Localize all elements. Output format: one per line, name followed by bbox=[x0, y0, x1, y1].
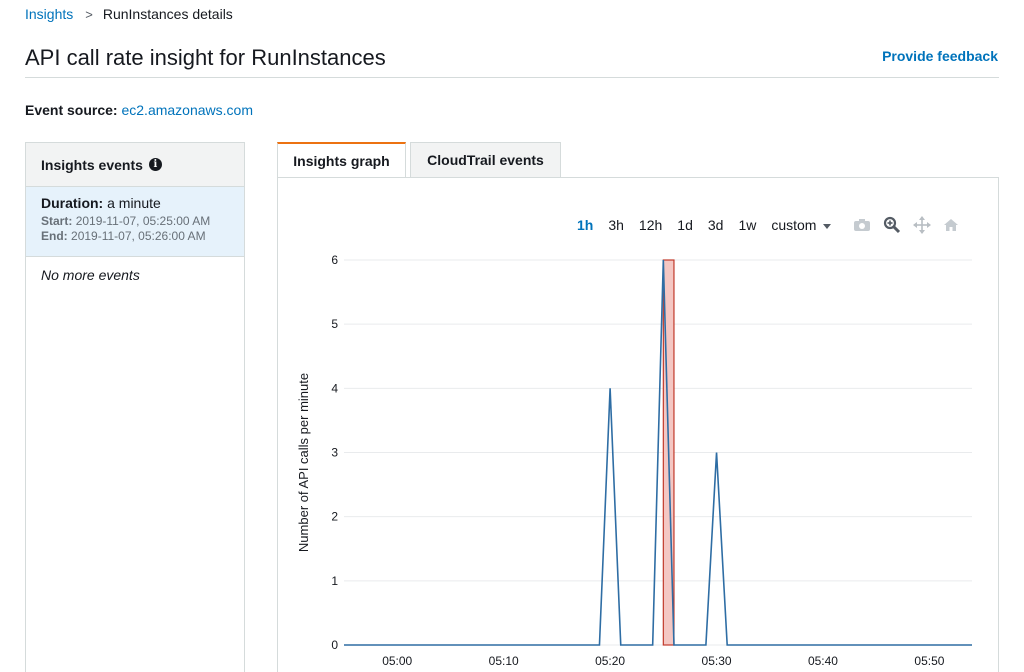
home-icon[interactable] bbox=[943, 218, 959, 232]
insights-events-header: Insights events i bbox=[26, 143, 244, 187]
event-start-label: Start: bbox=[41, 214, 73, 228]
y-tick-label: 4 bbox=[331, 381, 338, 395]
event-source: Event source: ec2.amazonaws.com bbox=[25, 102, 253, 118]
event-start-value: 2019-11-07, 05:25:00 AM bbox=[75, 214, 211, 228]
tab-insights-graph[interactable]: Insights graph bbox=[277, 142, 406, 178]
range-custom-dropdown[interactable]: custom bbox=[771, 217, 832, 233]
title-divider bbox=[25, 77, 999, 78]
y-axis-label: Number of API calls per minute bbox=[296, 373, 311, 552]
event-duration-label: Duration: bbox=[41, 195, 104, 211]
breadcrumb-insights-link[interactable]: Insights bbox=[25, 6, 73, 22]
provide-feedback-link[interactable]: Provide feedback bbox=[882, 48, 998, 64]
event-source-label: Event source: bbox=[25, 102, 118, 118]
y-tick-label: 0 bbox=[331, 638, 338, 652]
breadcrumb-separator: > bbox=[85, 6, 93, 22]
range-1w[interactable]: 1w bbox=[738, 217, 756, 233]
camera-icon[interactable] bbox=[853, 218, 871, 232]
insights-events-title: Insights events bbox=[41, 156, 143, 173]
insights-events-panel: Insights events i Duration: a minute Sta… bbox=[25, 142, 245, 672]
range-3d[interactable]: 3d bbox=[708, 217, 724, 233]
event-end-value: 2019-11-07, 05:26:00 AM bbox=[71, 229, 206, 243]
api-call-rate-chart: 0 1 2 3 4 5 6 05:00 05:10 05:20 05:30 05:40 05:50 Nu… bbox=[296, 253, 973, 668]
event-end-label: End: bbox=[41, 229, 68, 243]
x-tick-label: 05:00 bbox=[382, 654, 412, 668]
range-custom-label: custom bbox=[771, 217, 817, 233]
x-tick-label: 05:50 bbox=[914, 654, 944, 668]
tab-cloudtrail-events[interactable]: CloudTrail events bbox=[410, 142, 561, 178]
breadcrumb-current: RunInstances details bbox=[102, 6, 233, 22]
breadcrumb: Insights > RunInstances details bbox=[25, 6, 233, 22]
x-tick-label: 05:10 bbox=[489, 654, 519, 668]
time-range-selector: 1h 3h 12h 1d 3d 1w custom bbox=[577, 216, 971, 234]
y-tick-label: 5 bbox=[331, 317, 338, 331]
no-more-events: No more events bbox=[41, 267, 140, 283]
y-tick-label: 2 bbox=[331, 510, 338, 524]
y-tick-label: 6 bbox=[331, 253, 338, 267]
event-source-link[interactable]: ec2.amazonaws.com bbox=[121, 102, 253, 118]
range-1d[interactable]: 1d bbox=[677, 217, 693, 233]
x-tick-label: 05:20 bbox=[595, 654, 625, 668]
graph-tabs: Insights graph CloudTrail events bbox=[277, 142, 565, 178]
insights-event-item[interactable]: Duration: a minute Start: 2019-11-07, 05… bbox=[26, 187, 244, 257]
event-end: End: 2019-11-07, 05:26:00 AM bbox=[41, 229, 229, 243]
x-tick-label: 05:40 bbox=[808, 654, 838, 668]
chevron-down-icon bbox=[823, 223, 832, 229]
event-duration-value: a minute bbox=[107, 195, 161, 211]
y-tick-label: 3 bbox=[331, 446, 338, 460]
range-1h[interactable]: 1h bbox=[577, 217, 593, 233]
x-tick-label: 05:30 bbox=[702, 654, 732, 668]
event-start: Start: 2019-11-07, 05:25:00 AM bbox=[41, 214, 229, 228]
page-title: API call rate insight for RunInstances bbox=[25, 45, 386, 70]
zoom-icon[interactable] bbox=[883, 216, 901, 234]
chart-ticks: 0 1 2 3 4 5 6 05:00 05:10 05:20 05:30 05:40 05:50 bbox=[331, 253, 944, 668]
range-3h[interactable]: 3h bbox=[608, 217, 624, 233]
range-12h[interactable]: 12h bbox=[639, 217, 662, 233]
event-duration: Duration: a minute bbox=[41, 195, 229, 211]
pan-icon[interactable] bbox=[913, 216, 932, 234]
info-icon[interactable]: i bbox=[148, 158, 162, 171]
y-tick-label: 1 bbox=[331, 574, 338, 588]
